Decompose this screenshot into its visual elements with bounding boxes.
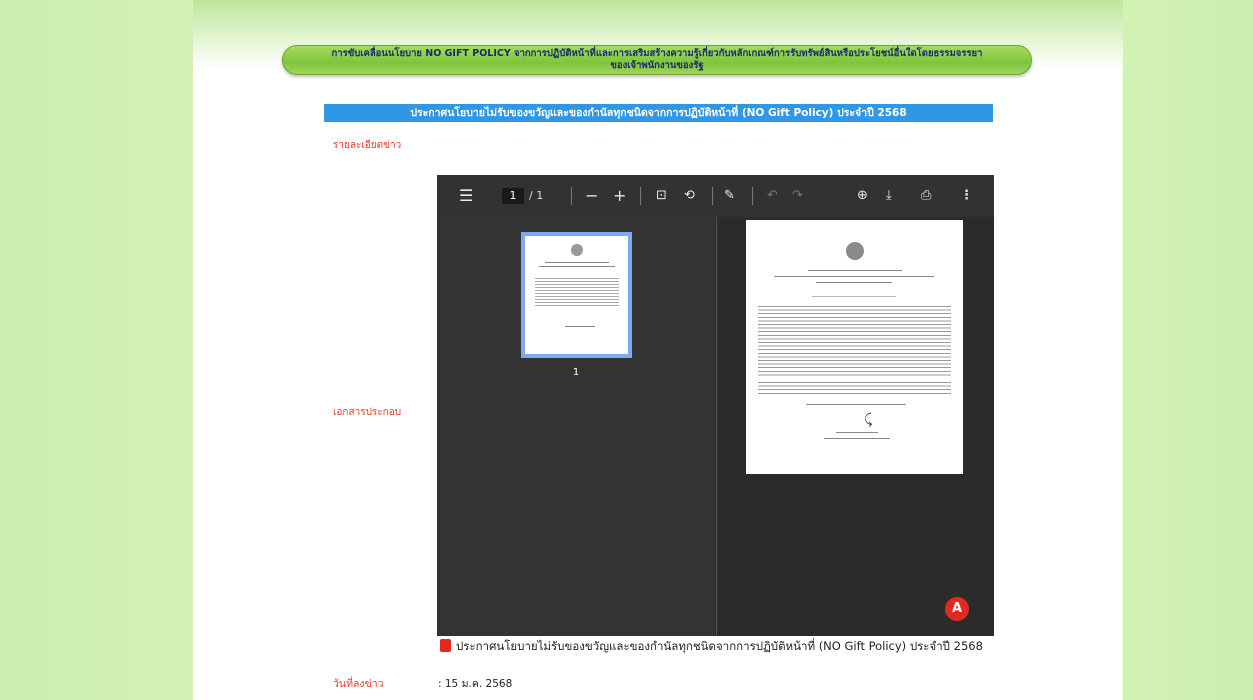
signature-icon: ⤹ <box>864 412 873 428</box>
download-link[interactable]: ประกาศนโยบายไม่รับของขวัญและของกำนัลทุกช… <box>440 638 983 656</box>
thumbnail-sidebar: 1 <box>437 217 715 636</box>
banner-line-1: การขับเคลื่อนนโยบาย NO GIFT POLICY จากกา… <box>331 48 983 59</box>
zoom-in-icon[interactable]: + <box>613 175 626 217</box>
details-label: รายละเอียดข่าว <box>333 140 402 151</box>
menu-icon[interactable]: ☰ <box>459 175 473 217</box>
adobe-pdf-icon[interactable]: A <box>945 597 969 621</box>
garuda-emblem-icon <box>846 242 864 260</box>
save-icon[interactable]: ⊕ <box>857 175 868 217</box>
pdf-page: ⤹ <box>746 220 963 474</box>
policy-banner: การขับเคลื่อนนโยบาย NO GIFT POLICY จากกา… <box>282 45 1032 75</box>
pdf-viewer[interactable]: ☰ 1 / 1 − + ⊡ ⟲ ✎ ↶ ↷ ⊕ ⤓ ⎙ ⋮ 1 ⤹ A <box>437 175 994 636</box>
text-line <box>545 262 609 263</box>
thumbnail-page-number: 1 <box>572 367 580 378</box>
zoom-out-icon[interactable]: − <box>585 175 598 217</box>
draw-icon[interactable]: ✎ <box>724 175 735 217</box>
text-line <box>774 276 934 277</box>
announcement-title: ประกาศนโยบายไม่รับของขวัญและของกำนัลทุกช… <box>324 104 993 122</box>
pdf-file-icon <box>440 639 451 652</box>
text-block <box>758 382 951 394</box>
page-total: / 1 <box>529 189 544 202</box>
page-number-input[interactable]: 1 <box>502 188 524 204</box>
pdf-toolbar: ☰ 1 / 1 − + ⊡ ⟲ ✎ ↶ ↷ ⊕ ⤓ ⎙ ⋮ <box>437 175 994 217</box>
undo-icon[interactable]: ↶ <box>767 175 778 217</box>
text-line <box>808 270 902 271</box>
download-link-text: ประกาศนโยบายไม่รับของขวัญและของกำนัลทุกช… <box>456 639 983 653</box>
toolbar-divider <box>640 187 641 205</box>
toolbar-divider <box>712 187 713 205</box>
rotate-icon[interactable]: ⟲ <box>684 175 695 217</box>
text-line <box>836 432 878 433</box>
banner-line-2: ของเจ้าพนักงานของรัฐ <box>610 60 704 71</box>
text-line <box>816 282 892 283</box>
text-line <box>806 404 906 405</box>
attachment-label: เอกสารประกอบ <box>333 407 402 418</box>
text-line <box>824 438 890 439</box>
date-value: : 15 ม.ค. 2568 <box>438 678 513 690</box>
date-label: วันที่ลงข่าว <box>333 678 384 690</box>
redo-icon[interactable]: ↷ <box>792 175 803 217</box>
fit-page-icon[interactable]: ⊡ <box>656 175 667 217</box>
signature-line <box>565 326 595 327</box>
toolbar-divider <box>752 187 753 205</box>
text-block <box>535 278 619 308</box>
download-icon[interactable]: ⤓ <box>886 175 892 217</box>
toolbar-divider <box>571 187 572 205</box>
garuda-emblem-icon <box>571 244 583 256</box>
print-icon[interactable]: ⎙ <box>921 175 931 217</box>
page-thumbnail[interactable] <box>521 232 632 358</box>
text-block <box>758 306 951 378</box>
pane-divider[interactable] <box>716 217 717 636</box>
text-line <box>539 266 615 267</box>
rule-line <box>812 296 896 297</box>
more-icon[interactable]: ⋮ <box>960 175 973 217</box>
